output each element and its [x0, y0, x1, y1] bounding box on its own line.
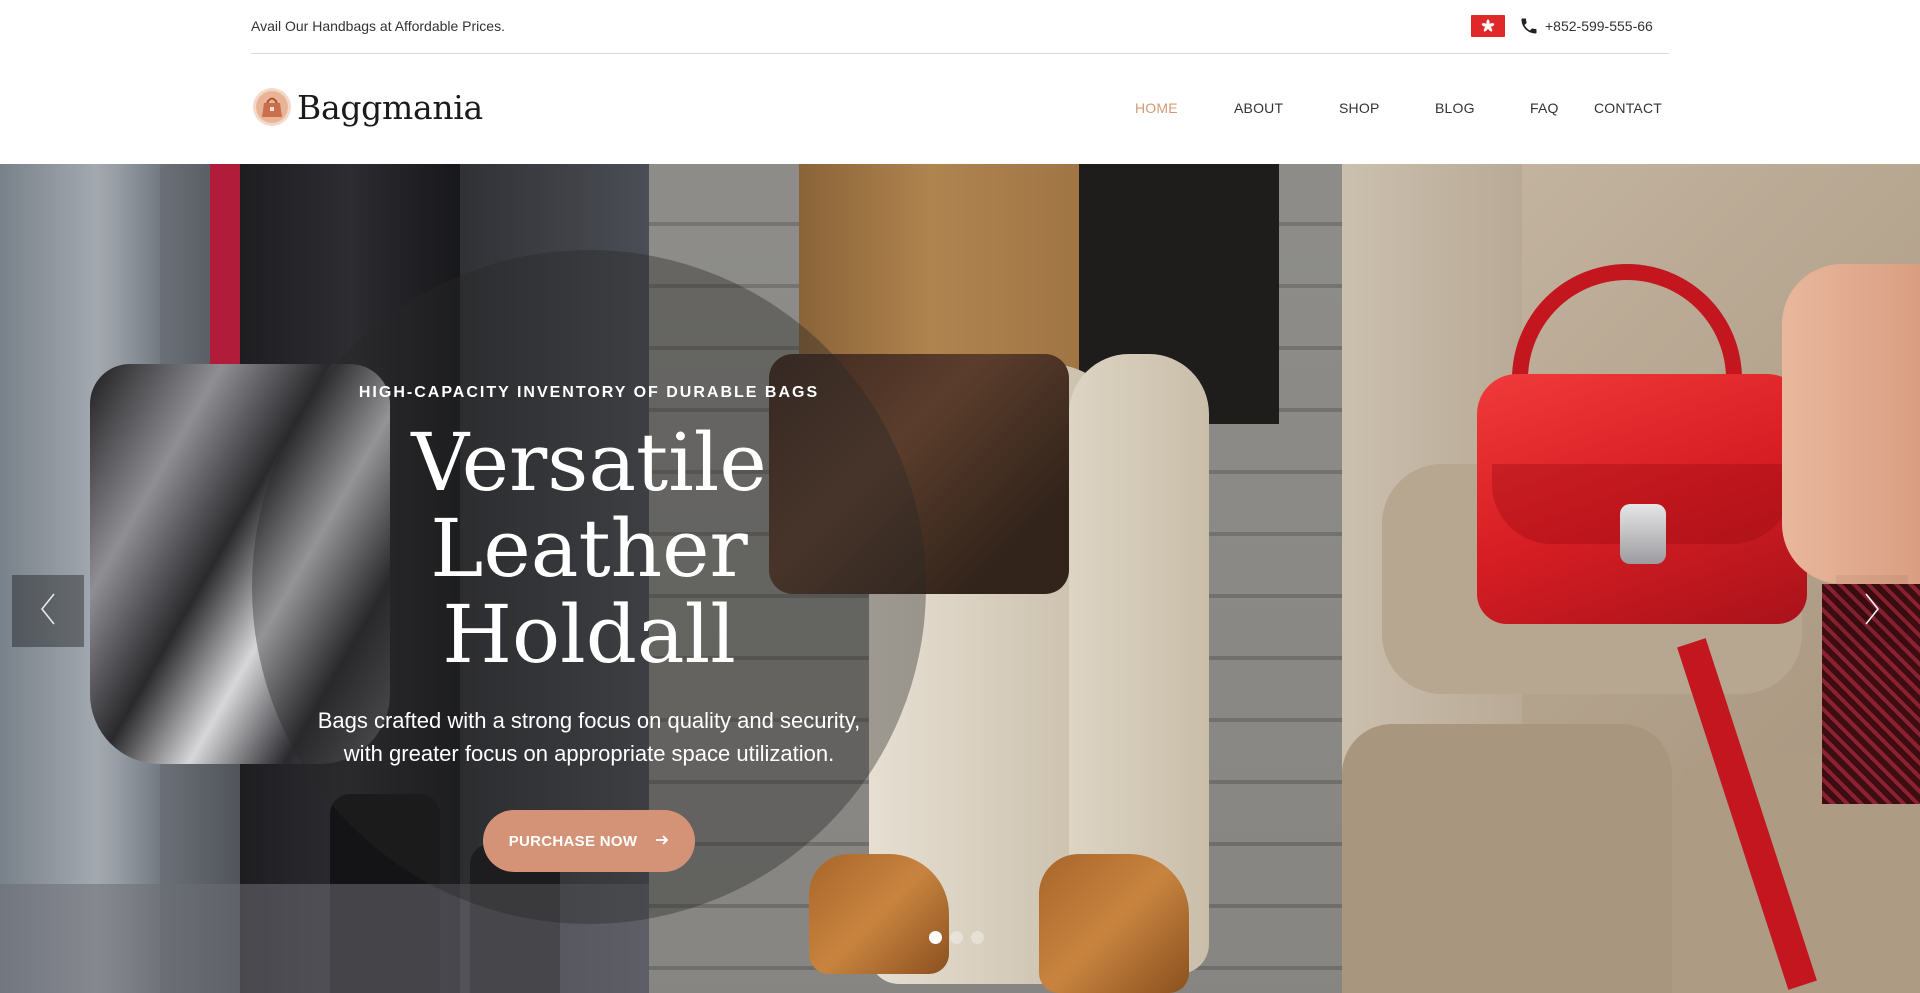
hero-image-right	[1342, 164, 1920, 993]
nav-home[interactable]: HOME	[1135, 100, 1178, 116]
nav-contact[interactable]: CONTACT	[1594, 100, 1662, 116]
purchase-now-label: PURCHASE NOW	[508, 832, 638, 850]
hero-subtitle-line1: Bags crafted with a strong focus on qual…	[317, 708, 861, 733]
nav-about[interactable]: ABOUT	[1234, 100, 1283, 116]
hong-kong-flag-icon[interactable]	[1471, 15, 1505, 37]
nav-faq[interactable]: FAQ	[1530, 100, 1559, 116]
purchase-now-button[interactable]: PURCHASE NOW	[482, 810, 696, 872]
phone-number-link[interactable]: +852-599-555-66	[1545, 18, 1653, 34]
slider-prev-button[interactable]	[12, 575, 84, 647]
slider-dot-2[interactable]	[950, 931, 963, 944]
hero-title: Versatile Leather Holdall	[252, 420, 926, 678]
hero-title-line2: Holdall	[442, 588, 736, 681]
site-header: Baggmania HOME ABOUT SHOP BLOG FAQ CONTA…	[251, 54, 1669, 164]
arrow-right-icon	[655, 833, 669, 850]
top-bar: Avail Our Handbags at Affordable Prices.…	[251, 0, 1669, 54]
hero-subtitle-line2: with greater focus on appropriate space …	[343, 741, 835, 766]
main-nav: HOME ABOUT SHOP BLOG FAQ CONTACT	[251, 100, 1669, 124]
promo-text: Avail Our Handbags at Affordable Prices.	[251, 18, 505, 34]
chevron-right-icon	[1864, 593, 1880, 630]
slider-dot-3[interactable]	[971, 931, 984, 944]
hero-subtitle: Bags crafted with a strong focus on qual…	[252, 704, 926, 770]
chevron-left-icon	[40, 593, 56, 630]
nav-shop[interactable]: SHOP	[1339, 100, 1379, 116]
phone-icon	[1519, 16, 1539, 36]
nav-blog[interactable]: BLOG	[1435, 100, 1475, 116]
slider-next-button[interactable]	[1836, 575, 1908, 647]
hero-eyebrow: HIGH-CAPACITY INVENTORY OF DURABLE BAGS	[358, 384, 820, 401]
slider-dot-1[interactable]	[929, 931, 942, 944]
slider-dots	[929, 931, 984, 944]
hero-slider: HIGH-CAPACITY INVENTORY OF DURABLE BAGS …	[0, 164, 1920, 993]
hero-content: HIGH-CAPACITY INVENTORY OF DURABLE BAGS …	[252, 384, 926, 872]
hero-title-line1: Versatile Leather	[411, 416, 767, 595]
